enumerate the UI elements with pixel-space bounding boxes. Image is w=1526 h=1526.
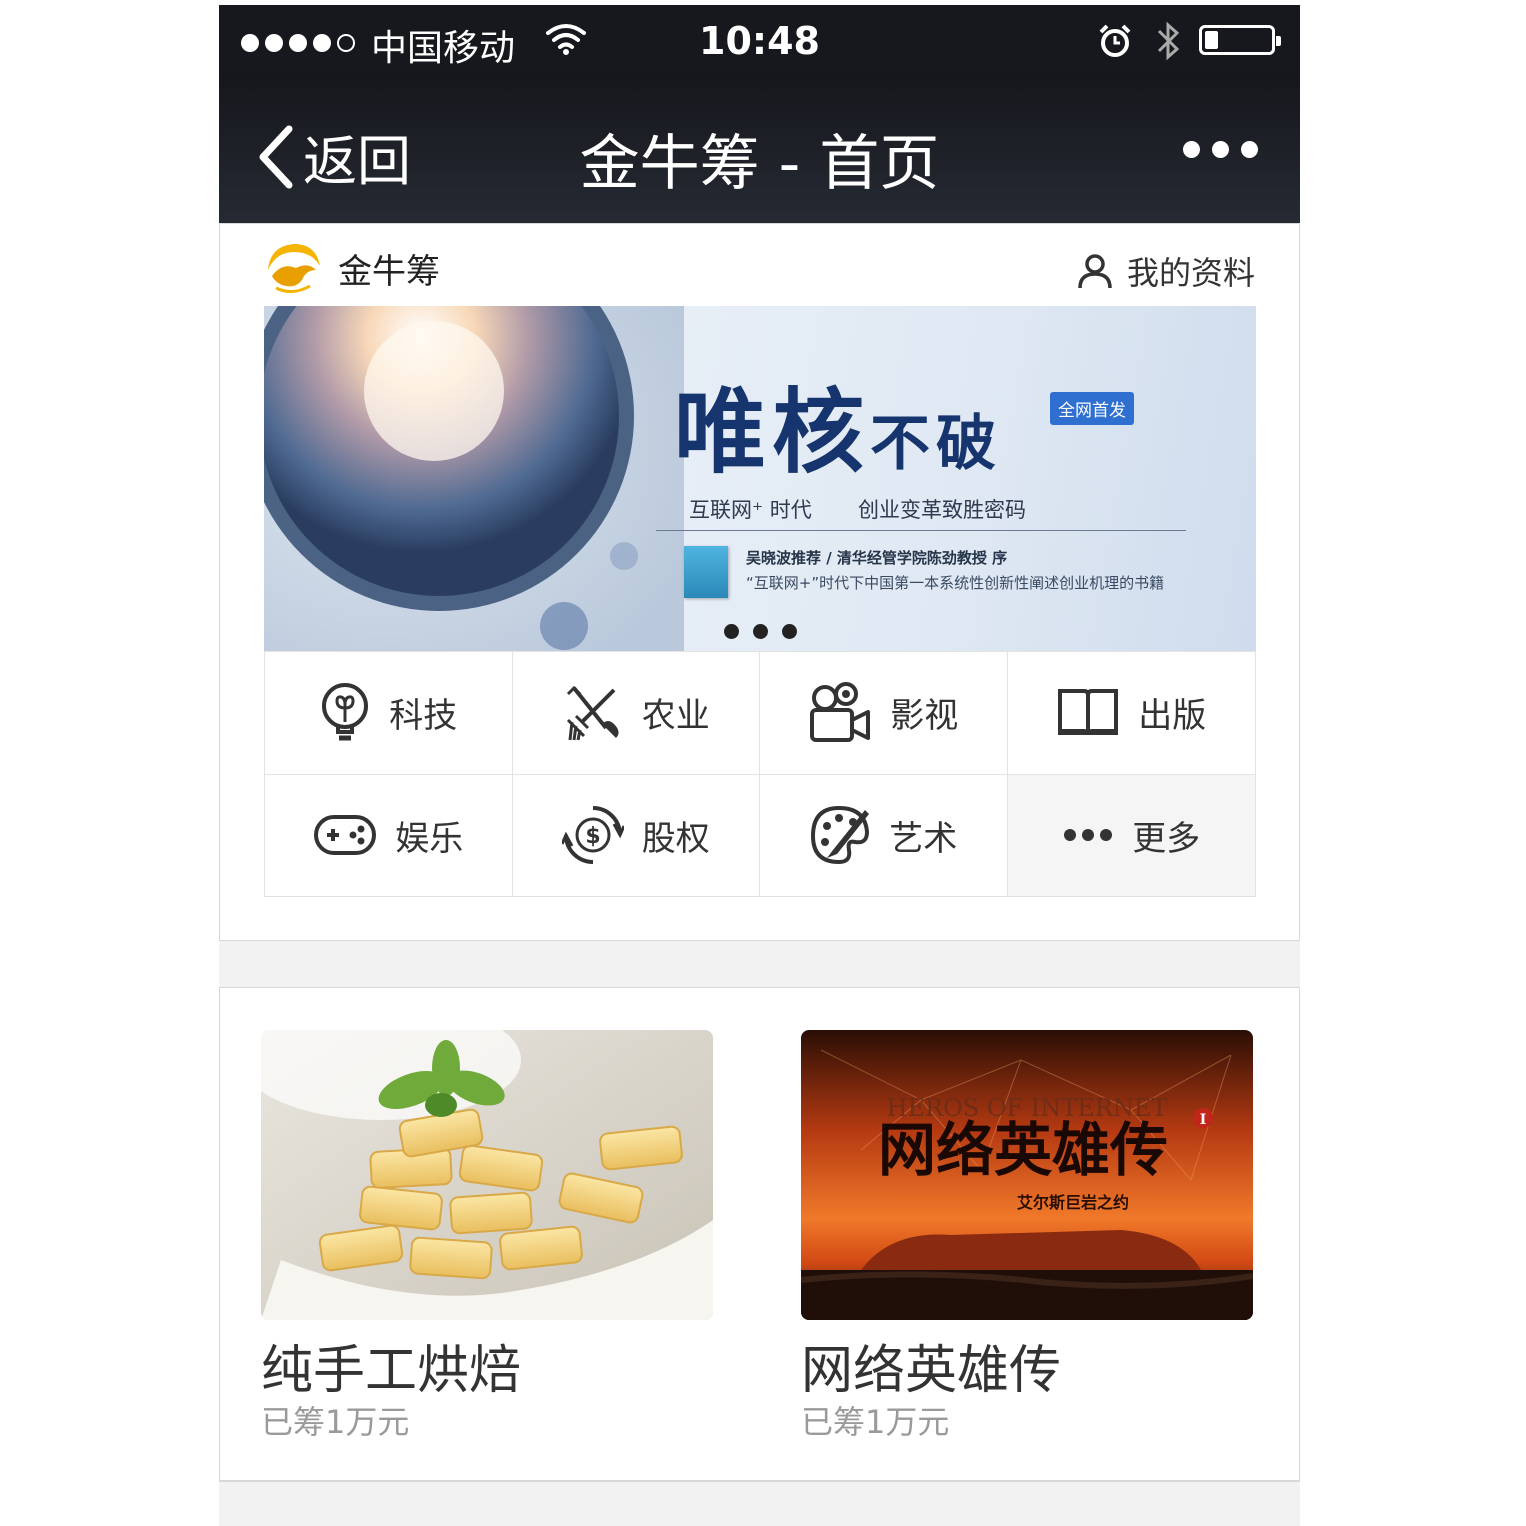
category-label: 科技	[389, 696, 458, 737]
banner-title: 唯核不破	[674, 378, 1003, 486]
project-card[interactable]: 纯手工烘焙 已筹1万元	[261, 1030, 713, 1442]
category-label: 娱乐	[395, 818, 464, 859]
category-film[interactable]: 影视	[760, 651, 1008, 774]
banner-badge: 全网首发	[1050, 392, 1134, 425]
page-title: 金牛筹 - 首页	[579, 129, 940, 199]
category-publishing[interactable]: 出版	[1007, 651, 1255, 774]
banner-subtitle-right: 创业变革致胜密码	[858, 498, 1026, 522]
farm-tools-icon	[566, 685, 619, 741]
poster-subtitle: 艾尔斯巨岩之约	[1017, 1193, 1129, 1212]
category-art[interactable]: 艺术	[760, 773, 1008, 896]
category-label: 影视	[890, 696, 959, 737]
my-profile-link[interactable]: 我的资料	[1077, 248, 1255, 294]
category-label: 股权	[641, 818, 710, 859]
book-cover-thumbnail	[684, 546, 728, 598]
category-label: 出版	[1138, 696, 1207, 737]
phone-screen: 中国移动 10:48 返回 金牛筹 - 首页 金牛筹 我的资料 唯核不破 全网首…	[219, 5, 1300, 1526]
poster-title: 网络英雄传	[878, 1116, 1168, 1184]
next-card-edge	[219, 1481, 1300, 1526]
category-label: 艺术	[889, 818, 958, 859]
category-label: 农业	[641, 696, 710, 737]
banner-subtitle-left: 互联网⁺ 时代	[689, 498, 812, 522]
more-dots-icon	[1064, 829, 1113, 842]
dollar-cycle-icon: $	[561, 806, 624, 865]
alarm-icon	[1097, 23, 1133, 63]
bull-logo-icon	[268, 244, 320, 293]
poster-mark: I	[1200, 1112, 1207, 1128]
lightbulb-icon	[322, 682, 369, 741]
status-bar: 中国移动 10:48	[219, 5, 1300, 77]
category-equity[interactable]: $ 股权	[512, 773, 760, 896]
palette-icon	[811, 806, 870, 865]
category-agriculture[interactable]: 农业	[512, 651, 760, 774]
video-camera-icon	[810, 681, 871, 742]
category-entertainment[interactable]: 娱乐	[265, 773, 513, 896]
project-image-heroes-poster: HEROS OF INTERNET 网络英雄传 艾尔斯巨岩之约 I	[801, 1030, 1253, 1320]
category-grid: 科技 农业 影视 出版 娱乐 $ 股权 艺术 更多	[264, 651, 1256, 897]
project-title: 网络英雄传	[801, 1341, 1062, 1401]
project-list-card: 纯手工烘焙 已筹1万元 HEROS OF INTERNET 网络英雄传 艾尔斯巨…	[219, 987, 1300, 1481]
carousel-dot[interactable]	[782, 624, 797, 639]
project-title: 纯手工烘焙	[261, 1341, 522, 1401]
category-tech[interactable]: 科技	[265, 651, 513, 774]
banner-recommendation: 吴晓波推荐 / 清华经管学院陈劲教授 序	[746, 549, 1008, 567]
category-label: 更多	[1132, 818, 1201, 859]
bluetooth-icon	[1153, 19, 1183, 67]
category-more[interactable]: 更多	[1007, 773, 1255, 896]
project-card[interactable]: HEROS OF INTERNET 网络英雄传 艾尔斯巨岩之约 I 网络英雄传 …	[801, 1030, 1253, 1442]
project-raised: 已筹1万元	[801, 1403, 950, 1441]
home-top-card: 金牛筹 我的资料 唯核不破 全网首发 互联网⁺ 时代 创业变革致胜密码 吴晓波推…	[219, 223, 1300, 941]
gamepad-icon	[314, 815, 377, 856]
banner-virus-graphic	[264, 306, 684, 651]
promo-banner[interactable]: 唯核不破 全网首发 互联网⁺ 时代 创业变革致胜密码 吴晓波推荐 / 清华经管学…	[264, 306, 1256, 651]
brand-name: 金牛筹	[338, 251, 440, 292]
carousel-dot[interactable]	[753, 624, 768, 639]
banner-description: “互联网+”时代下中国第一本系统性创新性阐述创业机理的书籍	[746, 574, 1165, 592]
book-icon	[1058, 688, 1119, 735]
carousel-indicator[interactable]	[724, 624, 797, 639]
clock-time: 10:48	[699, 19, 820, 63]
carousel-dot[interactable]	[724, 624, 739, 639]
svg-text:$: $	[585, 824, 600, 849]
project-raised: 已筹1万元	[261, 1403, 410, 1441]
navigation-bar: 返回 金牛筹 - 首页	[219, 77, 1300, 223]
more-menu-icon[interactable]	[1183, 141, 1258, 158]
project-image-biscuits	[261, 1030, 713, 1320]
battery-icon	[1199, 25, 1281, 55]
banner-divider	[656, 530, 1186, 531]
brand: 金牛筹	[262, 240, 440, 296]
user-icon	[1078, 254, 1112, 289]
my-profile-label: 我的资料	[1126, 254, 1255, 292]
